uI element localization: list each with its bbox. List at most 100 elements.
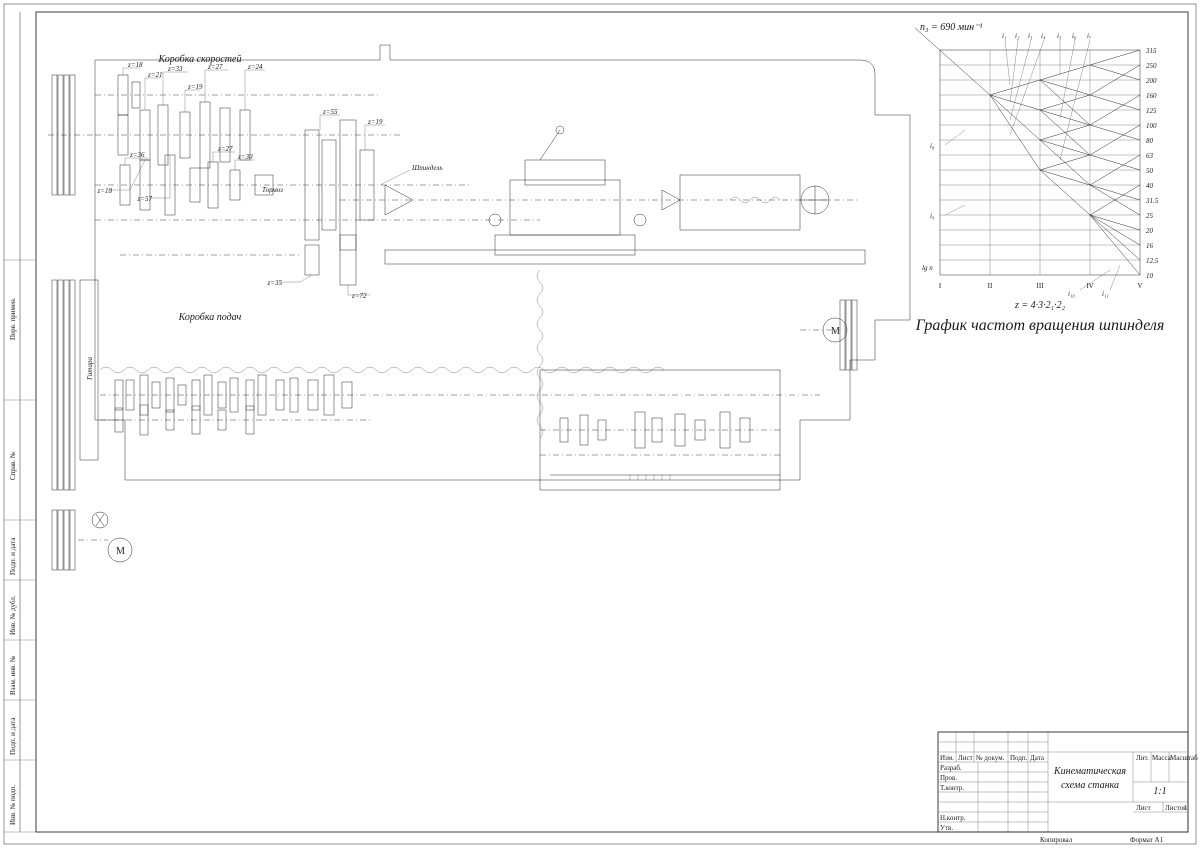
side-label: Подп. и дата xyxy=(9,537,17,575)
svg-text:80: 80 xyxy=(1146,137,1154,145)
frame-border xyxy=(4,4,1196,844)
svg-text:Копировал: Копировал xyxy=(1040,836,1073,844)
guitar-label: Гитара xyxy=(86,357,94,381)
svg-text:i₆: i₆ xyxy=(1072,32,1077,40)
z18a: z=18 xyxy=(127,61,143,69)
svg-text:315: 315 xyxy=(1145,47,1157,55)
svg-text:125: 125 xyxy=(1146,107,1157,115)
svg-text:40: 40 xyxy=(1146,182,1154,190)
svg-text:i₂: i₂ xyxy=(1015,32,1020,40)
svg-text:№ докум.: № докум. xyxy=(976,754,1005,762)
z24: z=24 xyxy=(247,63,263,71)
svg-text:III: III xyxy=(1037,282,1045,290)
side-label: Инв. № подп. xyxy=(9,785,17,825)
svg-text:i₄: i₄ xyxy=(1041,32,1046,40)
svg-text:Утв.: Утв. xyxy=(940,824,953,832)
side-label: Взам. инв. № xyxy=(9,655,17,695)
svg-text:i₁: i₁ xyxy=(1002,32,1006,40)
z18b: z=18 xyxy=(97,187,113,195)
svg-text:II: II xyxy=(988,282,993,290)
z30: z=30 xyxy=(237,153,253,161)
svg-text:250: 250 xyxy=(1146,62,1157,70)
svg-text:Масса: Масса xyxy=(1152,754,1172,762)
side-label: Справ. № xyxy=(9,451,17,480)
chart-grid xyxy=(940,50,1140,275)
chart-ratio-leaders xyxy=(945,40,1120,290)
z57: z=57 xyxy=(137,195,153,203)
svg-text:i₃: i₃ xyxy=(1028,32,1033,40)
svg-text:Лит.: Лит. xyxy=(1136,754,1149,762)
z19b: z=19 xyxy=(367,118,383,126)
spindle-label: Шпиндель xyxy=(411,164,443,172)
brake-label: Тормоз xyxy=(262,186,283,194)
svg-text:Разраб.: Разраб. xyxy=(940,764,962,772)
z35: z=35 xyxy=(267,279,283,287)
chart-formula: z = 4·3·2₁·2₂ xyxy=(1014,300,1066,311)
chart-header-note: n₃ = 690 мин⁻¹ xyxy=(920,22,982,33)
svg-text:i₇: i₇ xyxy=(1087,32,1092,40)
speed-box-label: Коробка скоростей xyxy=(158,54,242,65)
z36: z=36 xyxy=(129,151,145,159)
svg-text:50: 50 xyxy=(1146,167,1154,175)
feed-gearbox: Коробка подач xyxy=(100,270,820,490)
z19: z=19 xyxy=(187,83,203,91)
svg-text:i₉: i₉ xyxy=(930,212,935,220)
svg-text:12.5: 12.5 xyxy=(1146,257,1159,265)
svg-text:Дата: Дата xyxy=(1030,754,1045,762)
footer: Копировал Формат А1 xyxy=(1040,836,1164,844)
chart-x-ticks: I II III IV V xyxy=(939,282,1143,290)
svg-text:I: I xyxy=(939,282,942,290)
svg-text:Подп.: Подп. xyxy=(1010,754,1028,762)
svg-text:Изм.: Изм. xyxy=(940,754,954,762)
side-label: Перв. примен. xyxy=(9,297,17,340)
side-label: Инв. № дубл. xyxy=(9,595,17,635)
z33: z=33 xyxy=(167,65,183,73)
z27a: z=27 xyxy=(207,63,223,71)
svg-text:i₅: i₅ xyxy=(1057,32,1062,40)
kinematic-diagram: М Гитара Коробка скоростей xyxy=(48,45,910,570)
svg-text:Н.контр.: Н.контр. xyxy=(940,814,966,822)
speed-gearbox: Коробка скоростей xyxy=(95,54,540,300)
lathe-body xyxy=(340,126,865,264)
svg-text:Т.контр.: Т.контр. xyxy=(940,784,964,792)
title-block: Изм. Лист № докум. Подп. Дата Разраб. Пр… xyxy=(938,732,1198,832)
svg-text:Пров.: Пров. xyxy=(940,774,957,782)
svg-text:V: V xyxy=(1137,282,1142,290)
drawing-sheet: Инв. № подп. Подп. и дата Взам. инв. № И… xyxy=(0,0,1200,848)
z21: z=21 xyxy=(147,71,162,79)
motor-label-r: М xyxy=(831,326,840,337)
svg-text:i₁₀: i₁₀ xyxy=(1068,290,1075,298)
drawing-title-1: Кинематическая xyxy=(1053,766,1126,777)
svg-text:200: 200 xyxy=(1146,77,1157,85)
drawing-title-2: схема станка xyxy=(1061,780,1119,791)
svg-text:63: 63 xyxy=(1146,152,1154,160)
svg-text:1: 1 xyxy=(1184,804,1188,812)
svg-text:Лист: Лист xyxy=(958,754,973,762)
svg-text:Формат А1: Формат А1 xyxy=(1130,836,1164,844)
speed-chart: n₃ = 690 мин⁻¹ xyxy=(915,22,1165,334)
svg-text:i₁₁: i₁₁ xyxy=(1102,290,1109,298)
scale-value: 1:1 xyxy=(1153,786,1166,797)
svg-text:100: 100 xyxy=(1146,122,1157,130)
drawing-canvas: Инв. № подп. Подп. и дата Взам. инв. № И… xyxy=(0,0,1200,848)
chart-y-ticks: 315 250 200 160 125 100 80 63 50 40 31.5… xyxy=(1145,47,1159,280)
svg-text:i₈: i₈ xyxy=(930,142,935,150)
chart-ylabel: lg n xyxy=(922,264,933,272)
side-label: Подп. и дата xyxy=(9,717,17,755)
motor-right: М xyxy=(800,300,857,370)
svg-text:20: 20 xyxy=(1146,227,1154,235)
svg-text:25: 25 xyxy=(1146,212,1154,220)
side-strip: Инв. № подп. Подп. и дата Взам. инв. № И… xyxy=(4,12,36,832)
z27b: z=27 xyxy=(217,145,233,153)
svg-text:160: 160 xyxy=(1146,92,1157,100)
motor-label: М xyxy=(116,546,125,557)
chart-title: График частот вращения шпинделя xyxy=(915,317,1165,334)
feed-box-label: Коробка подач xyxy=(178,312,242,323)
svg-text:16: 16 xyxy=(1146,242,1154,250)
belt-pulley-left: М xyxy=(48,75,132,570)
svg-text:Масштаб: Масштаб xyxy=(1170,754,1198,762)
z72: z=72 xyxy=(351,292,367,300)
z55: z=55 xyxy=(322,108,338,116)
svg-text:10: 10 xyxy=(1146,272,1154,280)
svg-text:31.5: 31.5 xyxy=(1145,197,1159,205)
